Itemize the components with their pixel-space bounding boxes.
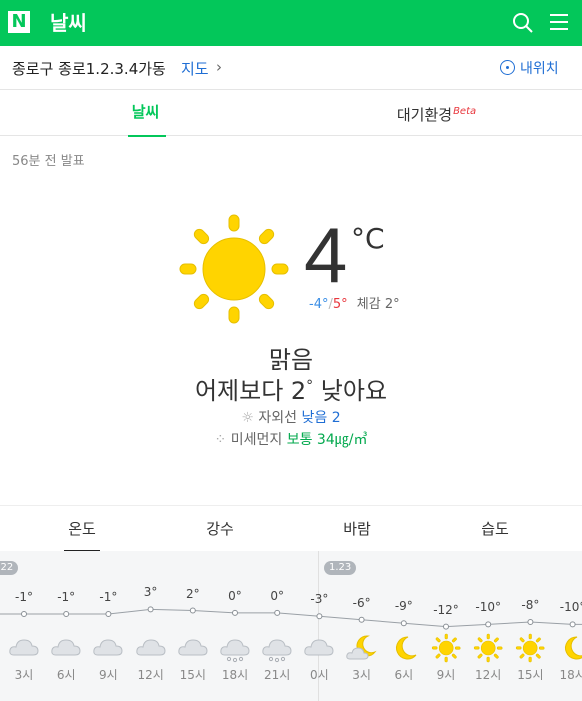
beta-badge: Beta	[453, 106, 477, 117]
compare-yesterday: 어제보다 2° 낮아요	[0, 371, 582, 406]
uv-label: 자외선	[258, 410, 298, 426]
moon-icon	[395, 636, 417, 660]
feels-like: 체감 2°	[356, 297, 400, 312]
hour-temp: -10°	[559, 600, 582, 615]
hour-temp: -1°	[57, 590, 76, 604]
condition-text: 맑음	[268, 346, 314, 374]
current-temperature: 4	[304, 211, 348, 299]
cloud-icon	[304, 639, 334, 656]
tab-humidity[interactable]: 습도	[425, 506, 565, 552]
min-max-feels: -4°/5° 체감 2°	[309, 293, 400, 312]
search-icon[interactable]	[512, 12, 534, 34]
hour-label: 18시	[221, 668, 249, 682]
sun-icon	[179, 214, 289, 324]
hour-label: 21시	[264, 668, 291, 682]
location-bar: 종로구 종로1.2.3.4가동 지도 › 내위치	[0, 46, 582, 90]
hour-temp: -6°	[352, 595, 371, 610]
hour-label: 15시	[179, 668, 206, 682]
cloud-icon	[135, 639, 166, 656]
hour-label: 6시	[56, 668, 76, 682]
dust-label: 미세먼지	[230, 432, 283, 448]
cloud-icon	[93, 639, 123, 656]
dust-value: 보통 34㎍/㎥	[286, 432, 368, 448]
hour-temp: 0°	[270, 588, 284, 603]
hour-label: 15시	[517, 668, 544, 682]
tab-temperature-label: 온도	[68, 520, 96, 538]
compare-suffix: 낮아요	[313, 377, 388, 405]
hour-temp: -12°	[433, 602, 459, 617]
tab-weather-label: 날씨	[131, 103, 160, 121]
hour-label: 9시	[436, 668, 456, 682]
hour-temp: -8°	[521, 598, 540, 613]
location-name: 종로구 종로1.2.3.4가동	[12, 60, 166, 78]
tab-air-quality[interactable]: 대기환경Beta	[291, 90, 582, 136]
top-bar: N 날씨	[0, 0, 582, 46]
hour-label: 0시	[310, 668, 329, 682]
sun-icon	[516, 633, 545, 663]
my-location-label: 내위치	[520, 61, 559, 77]
fine-dust: ⁘ 미세먼지 보통 34㎍/㎥	[0, 429, 582, 449]
hour-temp: 3°	[143, 585, 158, 600]
cloud-icon	[51, 639, 81, 656]
hour-temp: -10°	[475, 600, 501, 615]
hour-temp: -1°	[15, 590, 33, 604]
chevron-right-icon[interactable]: ›	[216, 58, 222, 76]
tab-weather[interactable]: 날씨	[0, 90, 291, 137]
hour-temp: -9°	[394, 599, 413, 614]
tab-precipitation[interactable]: 강수	[150, 506, 290, 552]
hourly-temperature-graph[interactable]: 1.22 1.23 -1°3시-1°6시-1°9시3°12시2°15시0°18시…	[0, 551, 582, 701]
uv-value: 낮음 2	[301, 410, 341, 426]
hour-label: 3시	[14, 668, 34, 682]
uv-sun-icon: ☼	[241, 410, 254, 426]
compare-text: 어제보다 2	[194, 377, 307, 405]
uv-index: ☼ 자외선 낮음 2	[0, 407, 582, 427]
published-time: 56분 전 발표	[12, 154, 85, 169]
moon-cloud-icon	[345, 635, 377, 660]
tab-humidity-label: 습도	[481, 520, 509, 538]
hour-label: 12시	[137, 668, 164, 682]
dust-icon: ⁘	[214, 432, 227, 448]
tab-air-label: 대기환경	[396, 106, 453, 124]
cloud-icon	[178, 639, 208, 656]
forecast-tabs: 온도 강수 바람 습도	[0, 505, 582, 552]
hour-label: 18시	[559, 668, 582, 682]
menu-icon[interactable]	[550, 14, 568, 30]
hour-label: 9시	[99, 668, 118, 682]
app-title[interactable]: 날씨	[50, 9, 87, 37]
sun-icon	[474, 633, 503, 663]
snow-icon	[262, 639, 292, 663]
hour-temp: -3°	[310, 592, 329, 607]
active-tab-indicator	[128, 135, 166, 137]
tab-temperature[interactable]: 온도	[12, 506, 152, 552]
hour-temp: -1°	[99, 590, 118, 604]
hour-temp: 0°	[228, 588, 242, 603]
hour-label: 12시	[475, 668, 502, 682]
moon-icon	[564, 636, 582, 660]
snow-icon	[220, 639, 250, 663]
cloud-icon	[9, 639, 39, 656]
map-link[interactable]: 지도	[181, 58, 209, 79]
tab-wind-label: 바람	[343, 520, 371, 538]
hour-label: 3시	[352, 668, 371, 682]
hour-temp: 2°	[185, 586, 200, 601]
min-temp: -4°	[309, 297, 329, 312]
temperature-unit: °C	[351, 222, 385, 255]
sun-icon	[431, 633, 461, 663]
main-tabs: 날씨 대기환경Beta	[0, 90, 582, 137]
my-location-button[interactable]: 내위치	[500, 58, 559, 78]
hour-label: 6시	[394, 668, 414, 682]
max-temp: 5°	[332, 297, 348, 312]
tab-wind[interactable]: 바람	[287, 506, 427, 552]
crosshair-icon	[500, 60, 515, 75]
tab-precipitation-label: 강수	[206, 520, 234, 538]
naver-logo[interactable]: N	[8, 11, 30, 33]
